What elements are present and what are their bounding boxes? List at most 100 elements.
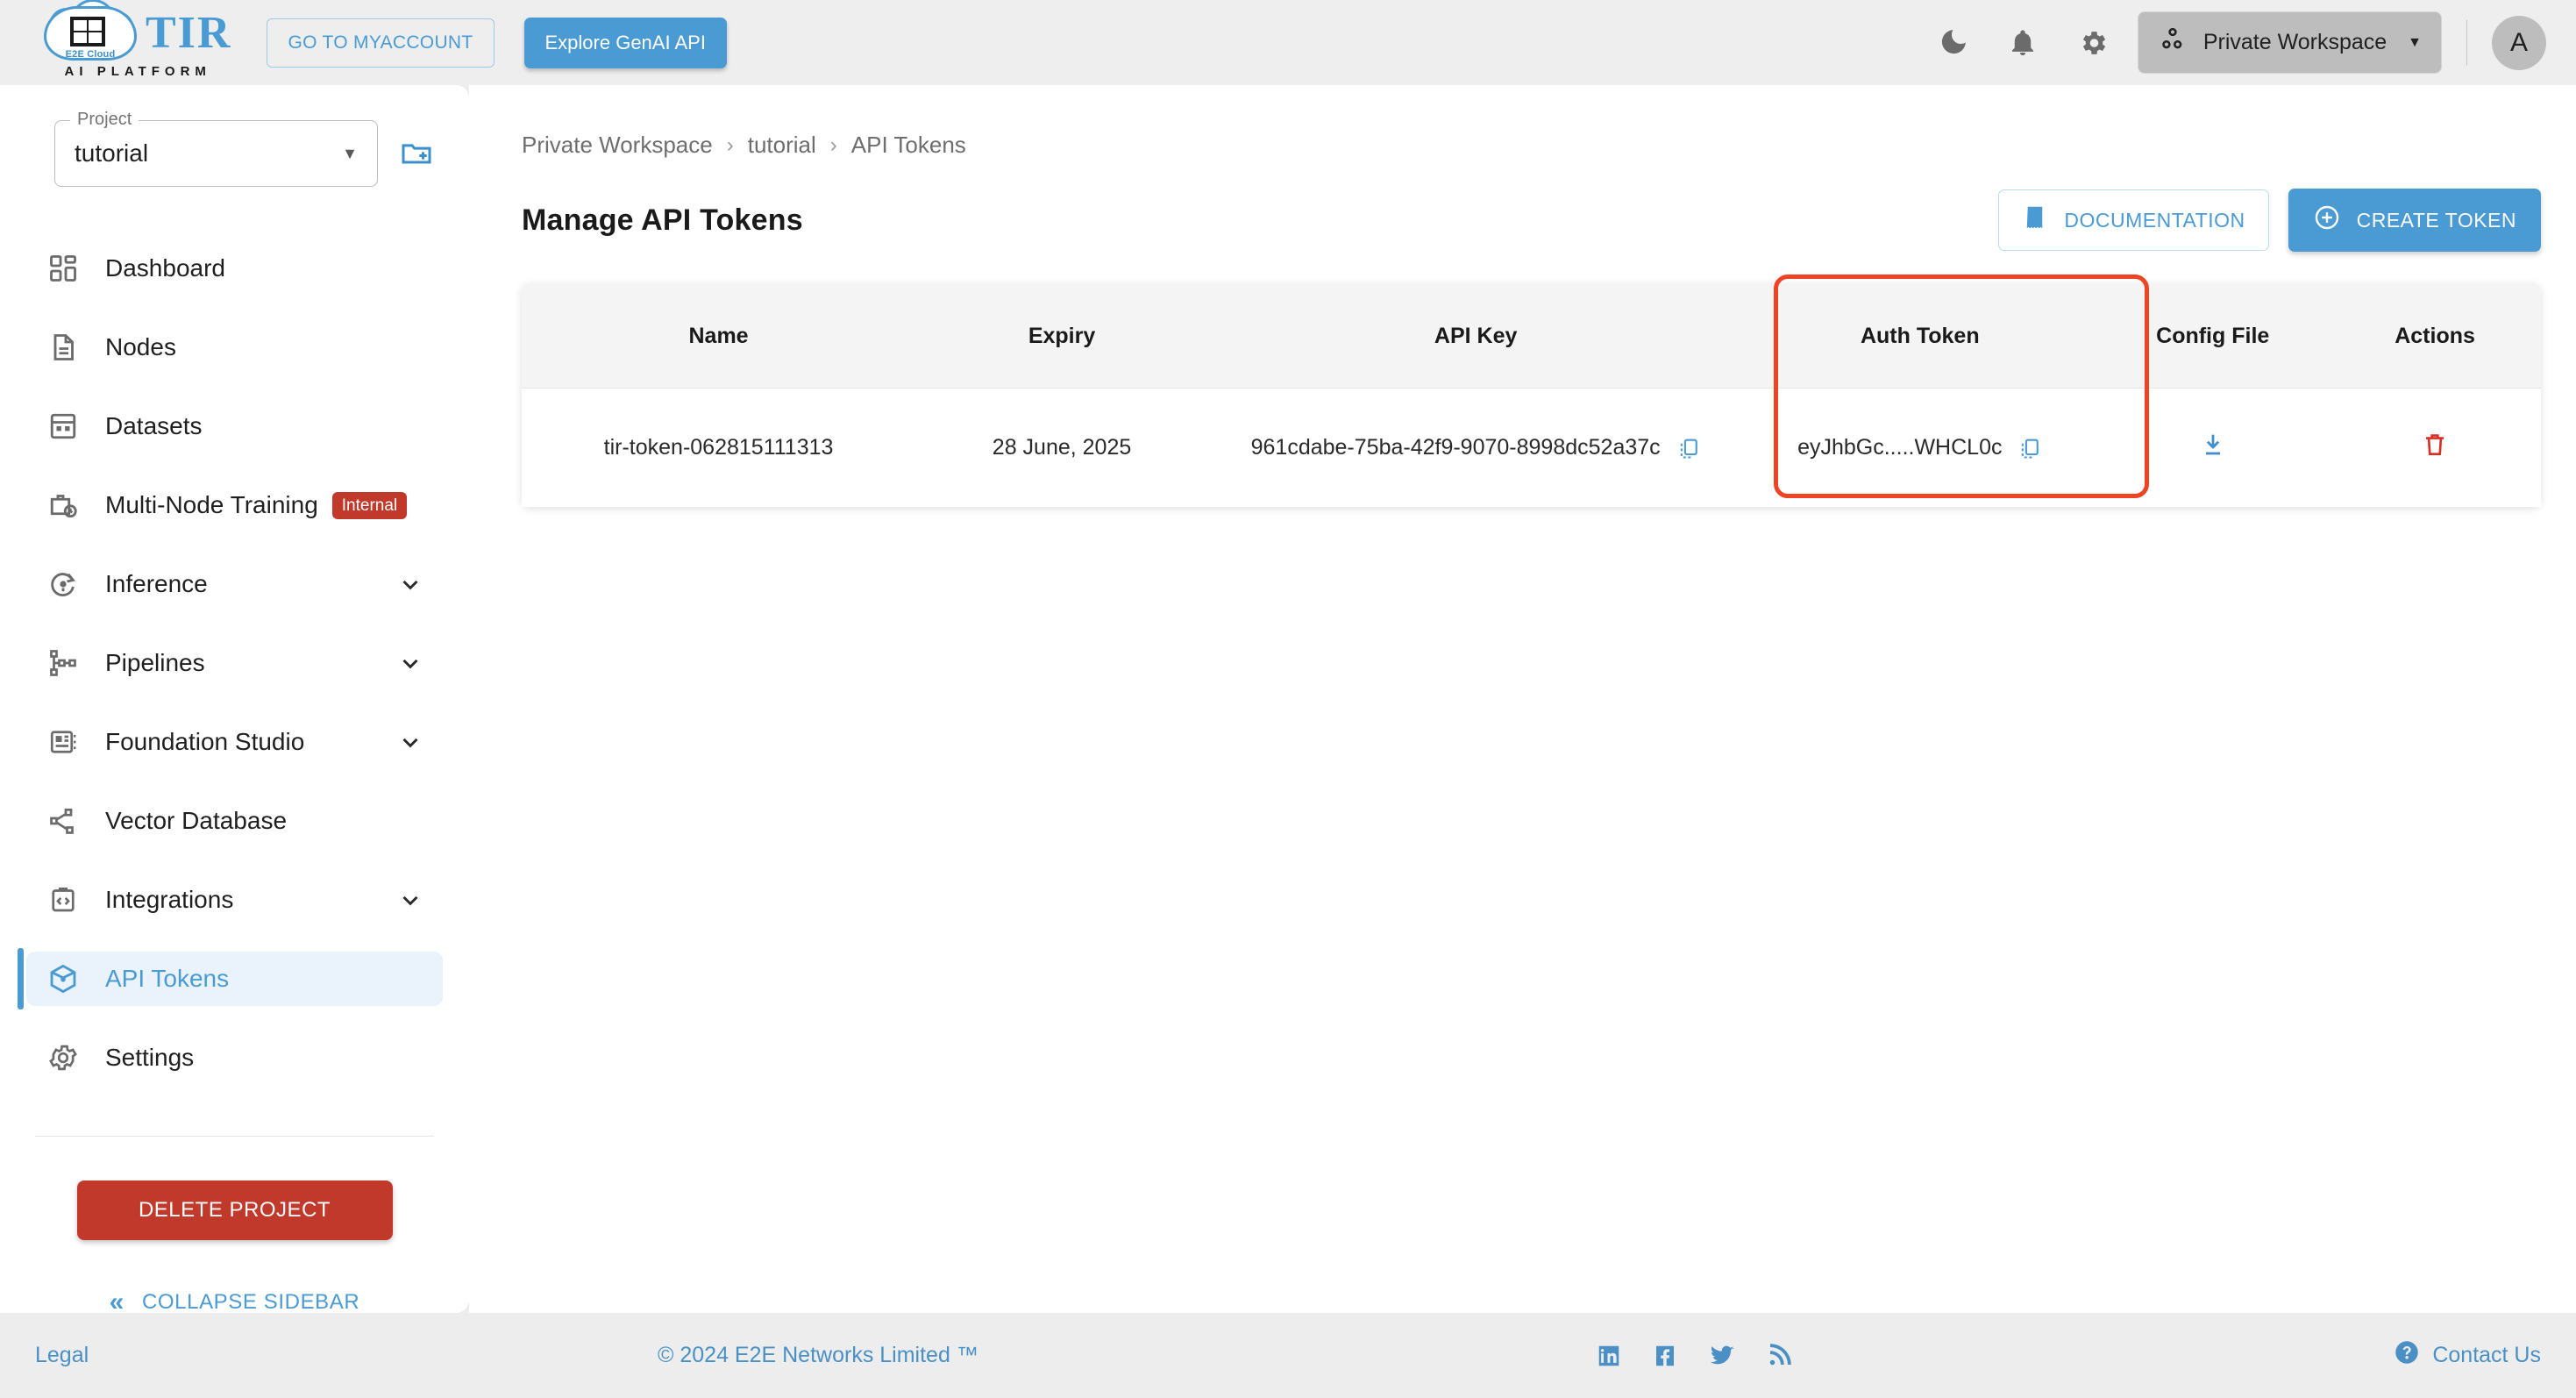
breadcrumb-item-workspace[interactable]: Private Workspace xyxy=(522,132,713,159)
create-token-label: CREATE TOKEN xyxy=(2356,208,2516,232)
documentation-label: DOCUMENTATION xyxy=(2064,208,2245,232)
share-nodes-icon xyxy=(44,805,82,837)
table-row: tir-token-062815111313 28 June, 2025 961… xyxy=(522,388,2541,507)
workspace-label: Private Workspace xyxy=(2202,30,2387,54)
contact-us-link[interactable]: Contact Us xyxy=(2394,1339,2541,1372)
sidebar-item-foundation-studio[interactable]: Foundation Studio xyxy=(26,715,443,769)
gear-icon[interactable] xyxy=(2076,26,2110,60)
linkedin-icon[interactable] xyxy=(1596,1343,1622,1369)
cube-icon xyxy=(44,962,82,995)
sidebar: Project tutorial ▼ Dashboard Nodes Datas… xyxy=(0,85,469,1316)
project-selector-row: Project tutorial ▼ xyxy=(0,85,469,187)
new-project-folder-icon[interactable] xyxy=(399,136,434,171)
help-circle-icon xyxy=(2394,1339,2420,1372)
sidebar-item-pipelines[interactable]: Pipelines xyxy=(26,636,443,690)
collapse-sidebar-label: COLLAPSE SIDEBAR xyxy=(141,1290,360,1314)
plus-circle-icon xyxy=(2313,203,2341,237)
documentation-button[interactable]: DOCUMENTATION xyxy=(1998,189,2269,251)
tokens-table-card: Name Expiry API Key Auth Token Config Fi… xyxy=(522,275,2541,507)
sidebar-item-integrations[interactable]: Integrations xyxy=(26,873,443,927)
sidebar-item-label: Settings xyxy=(105,1044,195,1071)
chevron-down-icon[interactable] xyxy=(397,887,423,913)
briefcase-clock-icon xyxy=(44,489,82,521)
page-footer: Legal © 2024 E2E Networks Limited ™ Cont… xyxy=(0,1313,2576,1398)
code-clipboard-icon xyxy=(44,884,82,916)
sidebar-item-settings[interactable]: Settings xyxy=(26,1031,443,1085)
trash-icon[interactable] xyxy=(2421,431,2449,459)
breadcrumb-item-project[interactable]: tutorial xyxy=(748,132,816,159)
auth-token-value: eyJhbGc.....WHCL0c xyxy=(1797,435,2003,460)
sidebar-item-vector-database[interactable]: Vector Database xyxy=(26,794,443,848)
column-header-auth-token: Auth Token xyxy=(1743,283,2097,389)
sidebar-item-label: Pipelines xyxy=(105,649,205,676)
cell-auth-token: eyJhbGc.....WHCL0c xyxy=(1743,388,2097,507)
breadcrumb-separator-icon: › xyxy=(829,132,837,157)
sidebar-item-datasets[interactable]: Datasets xyxy=(26,399,443,453)
chevron-down-icon: ▼ xyxy=(2408,34,2422,50)
cell-expiry: 28 June, 2025 xyxy=(915,388,1208,507)
twitter-icon[interactable] xyxy=(1708,1342,1736,1370)
project-value: tutorial xyxy=(75,139,149,167)
table-head: Name Expiry API Key Auth Token Config Fi… xyxy=(522,283,2541,389)
sidebar-item-api-tokens[interactable]: API Tokens xyxy=(18,948,443,1009)
sidebar-item-label: Vector Database xyxy=(105,807,288,834)
app-root: E2E Cloud TIR AI PLATFORM GO TO MYACCOUN… xyxy=(0,0,2576,1398)
create-token-button[interactable]: CREATE TOKEN xyxy=(2288,189,2541,252)
chevron-double-left-icon: « xyxy=(109,1287,125,1316)
sidebar-divider-bottom xyxy=(35,1136,434,1137)
topbar-divider xyxy=(2466,19,2467,66)
logo-badge-text: E2E Cloud xyxy=(65,49,116,60)
go-to-myaccount-button[interactable]: GO TO MYACCOUNT xyxy=(267,18,495,68)
contact-us-label: Contact Us xyxy=(2432,1343,2541,1367)
column-header-expiry: Expiry xyxy=(915,283,1208,389)
sidebar-item-dashboard[interactable]: Dashboard xyxy=(26,241,443,296)
cell-api-key: 961cdabe-75ba-42f9-9070-8998dc52a37c xyxy=(1208,388,1744,507)
breadcrumb: Private Workspace › tutorial › API Token… xyxy=(522,85,2541,159)
pipeline-icon xyxy=(44,647,82,679)
bell-icon[interactable] xyxy=(2006,26,2039,60)
page-title: Manage API Tokens xyxy=(522,203,803,237)
sidebar-item-inference[interactable]: Inference xyxy=(26,557,443,611)
foundation-icon xyxy=(44,726,82,758)
sidebar-item-label: Inference xyxy=(105,570,208,597)
copyright-text: © 2024 E2E Networks Limited ™ xyxy=(658,1343,978,1367)
column-header-api-key: API Key xyxy=(1208,283,1744,389)
main-content: Private Workspace › tutorial › API Token… xyxy=(469,85,2576,1313)
page-actions: DOCUMENTATION CREATE TOKEN xyxy=(1998,189,2541,252)
rss-icon[interactable] xyxy=(1766,1343,1792,1369)
avatar[interactable]: A xyxy=(2492,15,2546,70)
api-key-value: 961cdabe-75ba-42f9-9070-8998dc52a37c xyxy=(1250,435,1661,460)
brand-logo[interactable]: E2E Cloud TIR AI PLATFORM xyxy=(44,0,231,79)
top-navigation-bar: E2E Cloud TIR AI PLATFORM GO TO MYACCOUN… xyxy=(0,0,2576,85)
dashboard-icon xyxy=(44,253,82,284)
download-icon[interactable] xyxy=(2199,431,2227,459)
project-label: Project xyxy=(70,110,139,130)
delete-project-button[interactable]: DELETE PROJECT xyxy=(76,1180,393,1240)
sidebar-item-multi-node-training[interactable]: Multi-Node Training Internal xyxy=(26,478,443,532)
grid-table-icon xyxy=(44,410,82,442)
moon-icon[interactable] xyxy=(1936,26,1969,60)
sidebar-item-label: Datasets xyxy=(105,412,203,439)
collapse-sidebar-button[interactable]: « COLLAPSE SIDEBAR xyxy=(0,1289,469,1316)
sidebar-item-nodes[interactable]: Nodes xyxy=(26,320,443,374)
table-header-row: Name Expiry API Key Auth Token Config Fi… xyxy=(522,283,2541,389)
sidebar-nav: Dashboard Nodes Datasets Multi-Node Trai… xyxy=(0,222,469,1109)
workspace-selector[interactable]: Private Workspace ▼ xyxy=(2137,11,2442,74)
explore-genai-api-button[interactable]: Explore GenAI API xyxy=(523,17,727,68)
chevron-down-icon[interactable] xyxy=(397,571,423,597)
tokens-table: Name Expiry API Key Auth Token Config Fi… xyxy=(522,283,2541,507)
legal-link[interactable]: Legal xyxy=(35,1343,89,1368)
copy-icon[interactable] xyxy=(2017,436,2042,460)
project-select[interactable]: Project tutorial ▼ xyxy=(54,110,378,187)
copy-icon[interactable] xyxy=(1676,436,1701,460)
cell-actions xyxy=(2329,388,2541,507)
e2e-cloud-logo-icon: E2E Cloud xyxy=(44,0,137,61)
cell-config-file xyxy=(2096,388,2330,507)
workspace-group-icon xyxy=(2158,25,2188,61)
column-header-config-file: Config File xyxy=(2096,283,2330,389)
chevron-down-icon[interactable] xyxy=(397,650,423,676)
settings-gear-icon xyxy=(44,1042,82,1073)
chevron-down-icon[interactable] xyxy=(397,729,423,755)
document-icon xyxy=(44,332,82,363)
facebook-icon[interactable] xyxy=(1652,1343,1678,1369)
